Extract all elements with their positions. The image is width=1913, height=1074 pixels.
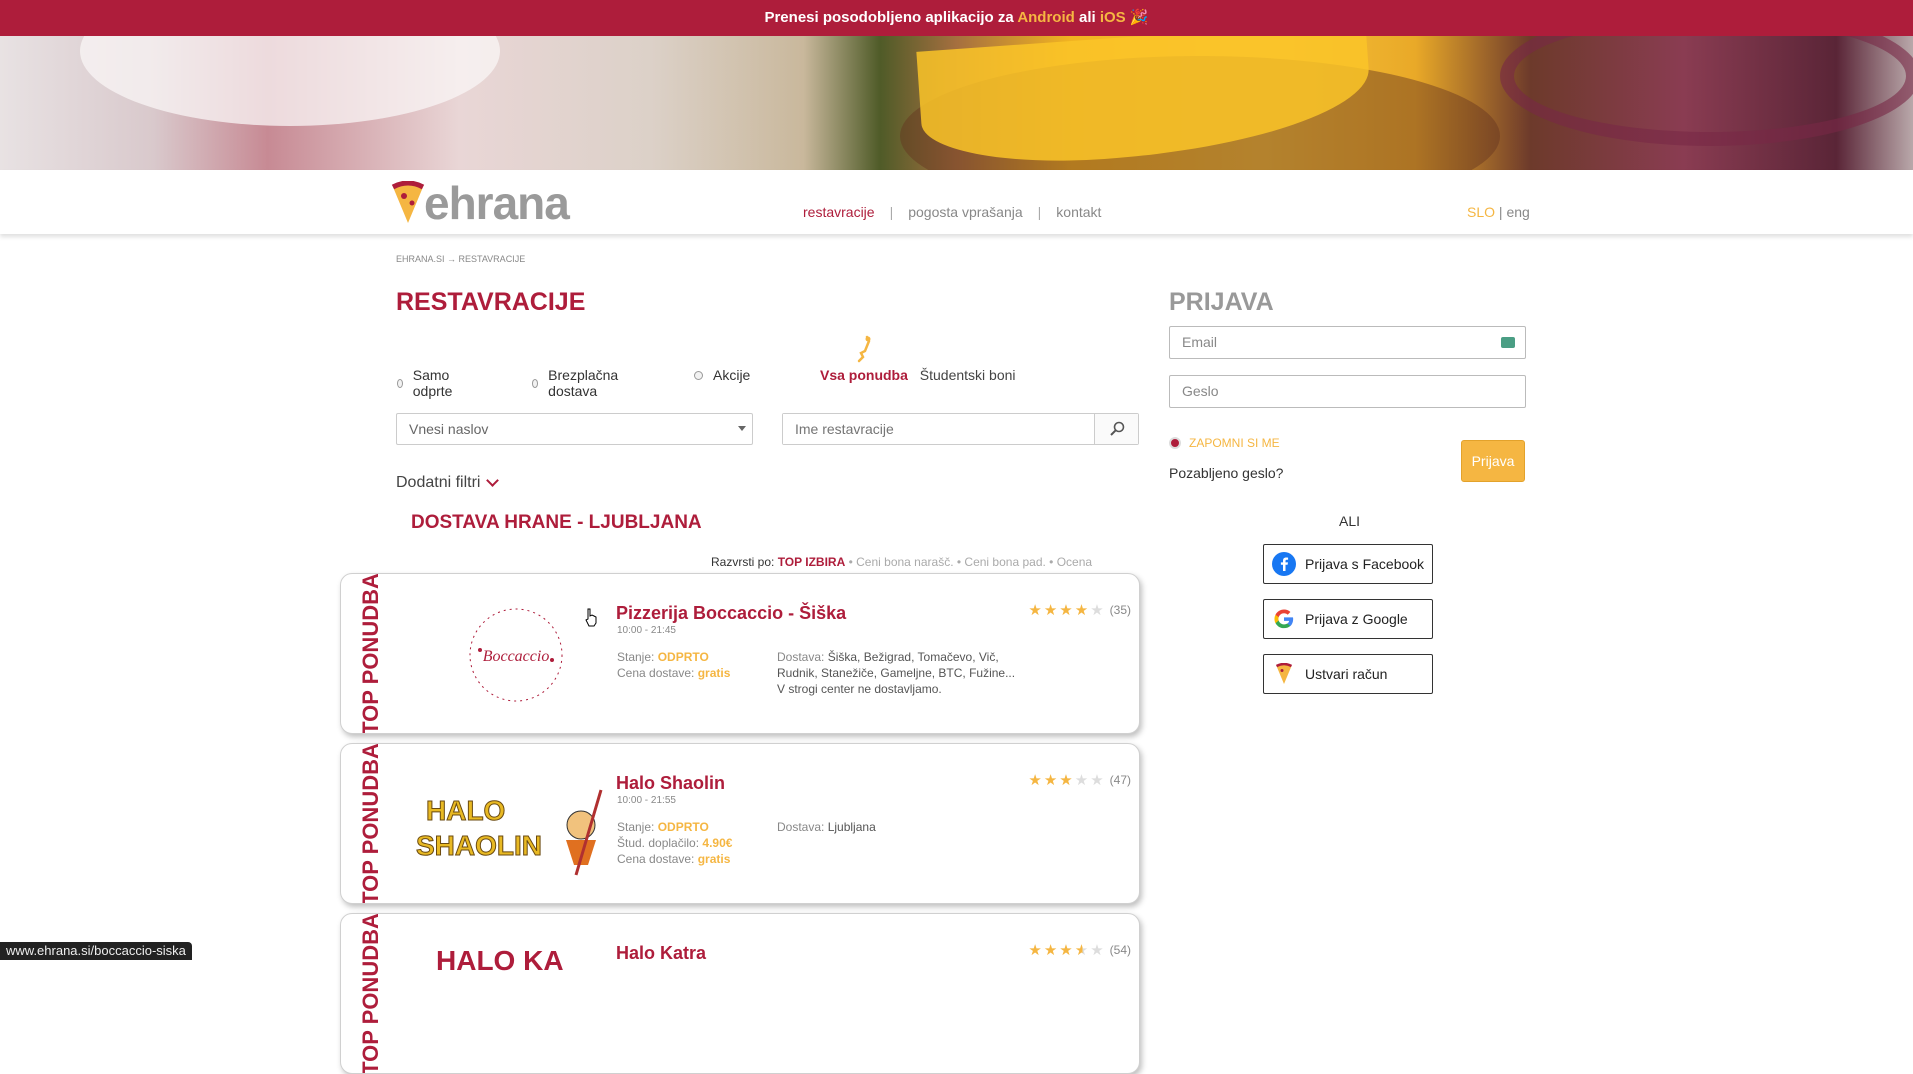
login-title: PRIJAVA bbox=[1169, 288, 1274, 316]
google-icon bbox=[1272, 607, 1296, 631]
nav-contact[interactable]: kontakt bbox=[1056, 204, 1101, 220]
facebook-icon bbox=[1272, 552, 1296, 576]
email-field[interactable]: Email bbox=[1169, 326, 1526, 359]
status-badge: ODPRTO bbox=[657, 650, 709, 664]
hand-cursor-icon bbox=[585, 608, 597, 627]
status-badge: ODPRTO bbox=[657, 820, 709, 834]
svg-text:SHAOLIN: SHAOLIN bbox=[416, 830, 542, 861]
tab-all-offers[interactable]: Vsa ponudba bbox=[820, 367, 908, 383]
google-login-button[interactable]: Prijava z Google bbox=[1263, 599, 1433, 639]
top-offer-badge: TOP PONUDBA bbox=[358, 743, 383, 904]
search-button[interactable] bbox=[1094, 414, 1138, 444]
top-offer-badge: TOP PONUDBA bbox=[358, 573, 383, 734]
restaurant-name[interactable]: Halo Shaolin bbox=[616, 773, 725, 794]
rating-stars: ★★★ ★★ (47) bbox=[1028, 772, 1131, 789]
delivery-area: Dostava: Ljubljana bbox=[777, 820, 876, 834]
delivery-area: Dostava: Šiška, Bežigrad, Tomačevo, Vič,… bbox=[777, 650, 1016, 696]
breadcrumb[interactable]: EHRANA.SI → RESTAVRACIJE bbox=[396, 254, 525, 264]
app-promo-banner[interactable]: Prenesi posodobljeno aplikacijo za Andro… bbox=[0, 0, 1913, 36]
restaurant-card[interactable]: TOP PONUDBA HALO KA Halo Katra ★★★ ★ ★ (54) bbox=[340, 913, 1140, 1074]
nav-restaurants[interactable]: restavracije bbox=[803, 204, 875, 220]
create-account-button[interactable]: Ustvari račun bbox=[1263, 654, 1433, 694]
restaurant-info: Stanje: ODPRTO Štud. doplačilo: 4.90€ Ce… bbox=[617, 820, 733, 866]
filter-promos[interactable]: Akcije bbox=[694, 367, 750, 383]
sort-top[interactable]: TOP IZBIRA bbox=[778, 555, 846, 569]
filter-open-only[interactable]: Samo odprte bbox=[397, 367, 456, 399]
offer-tabs: Vsa ponudba Študentski boni bbox=[820, 367, 1016, 383]
promo-text-mid: ali bbox=[1074, 9, 1100, 26]
svg-text:HALO: HALO bbox=[426, 795, 505, 826]
lang-slo[interactable]: SLO bbox=[1467, 204, 1495, 220]
password-field[interactable]: Geslo bbox=[1169, 375, 1526, 408]
restaurant-logo: HALO KA bbox=[416, 932, 616, 1057]
status-bar-url: www.ehrana.si/boccaccio-siska bbox=[0, 942, 192, 960]
restaurant-logo: HALO SHAOLIN bbox=[416, 762, 616, 887]
restaurant-card[interactable]: TOP PONUDBA HALO SHAOLIN Halo Shaolin 10… bbox=[340, 743, 1140, 904]
restaurant-card[interactable]: TOP PONUDBA Boccaccio Pizzerija Boccacci… bbox=[340, 573, 1140, 734]
more-filters-toggle[interactable]: Dodatni filtri bbox=[396, 474, 500, 492]
restaurant-search-input[interactable] bbox=[783, 414, 1095, 444]
restaurant-search bbox=[782, 413, 1139, 445]
language-switch: SLO | eng bbox=[1467, 204, 1530, 220]
address-select[interactable]: Vnesi naslov bbox=[396, 413, 753, 445]
sort-options: Razvrsti po: TOP IZBIRA • Ceni bona nara… bbox=[711, 555, 1093, 569]
promo-text: Prenesi posodobljeno aplikacijo za bbox=[764, 9, 1018, 26]
svg-text:HALO KA: HALO KA bbox=[436, 945, 564, 976]
svg-text:Boccaccio: Boccaccio bbox=[483, 648, 550, 665]
login-button[interactable]: Prijava bbox=[1461, 440, 1525, 482]
ios-link[interactable]: iOS bbox=[1100, 9, 1126, 26]
or-divider: ALI bbox=[1339, 513, 1361, 529]
nav-faq[interactable]: pogosta vprašanja bbox=[908, 204, 1022, 220]
party-icon: 🎉 bbox=[1129, 9, 1149, 26]
rating-stars: ★★★ ★ ★ (54) bbox=[1028, 942, 1131, 959]
city-heading: DOSTAVA HRANE - LJUBLJANA bbox=[411, 512, 702, 533]
forgot-password-link[interactable]: Pozabljeno geslo? bbox=[1169, 465, 1283, 481]
tab-student-vouchers[interactable]: Študentski boni bbox=[920, 367, 1016, 383]
opening-hours: 10:00 - 21:45 bbox=[617, 625, 676, 636]
mail-icon bbox=[1501, 337, 1515, 348]
pizza-slice-icon bbox=[391, 181, 425, 223]
restaurant-name[interactable]: Halo Katra bbox=[616, 943, 706, 964]
facebook-login-button[interactable]: Prijava s Facebook bbox=[1263, 544, 1433, 584]
filter-free-delivery[interactable]: Brezplačna dostava bbox=[532, 367, 621, 399]
sort-price-desc[interactable]: Ceni bona pad. bbox=[964, 555, 1045, 569]
pizza-slice-icon bbox=[1272, 662, 1296, 686]
top-offer-badge: TOP PONUDBA bbox=[358, 913, 383, 1074]
radio-icon bbox=[1169, 437, 1181, 449]
sort-price-asc[interactable]: Ceni bona narašč. bbox=[856, 555, 953, 569]
search-icon bbox=[1109, 421, 1124, 436]
page-title: RESTAVRACIJE bbox=[396, 288, 586, 316]
chevron-down-icon bbox=[486, 474, 500, 487]
site-header: ehrana restavracije | pogosta vprašanja | ko… bbox=[0, 170, 1913, 234]
remember-me-checkbox[interactable]: ZAPOMNI SI ME bbox=[1169, 436, 1280, 450]
logo-wordmark: ehrana bbox=[424, 177, 570, 229]
main-nav: restavracije | pogosta vprašanja | kontakt bbox=[803, 204, 1102, 220]
opening-hours: 10:00 - 21:55 bbox=[617, 795, 676, 806]
bell-icon bbox=[857, 335, 871, 363]
rating-stars: ★★★★ ★ (35) bbox=[1028, 602, 1131, 619]
sort-rating[interactable]: Ocena bbox=[1057, 555, 1092, 569]
chevron-down-icon bbox=[738, 426, 746, 431]
ehrana-logo[interactable]: ehrana bbox=[390, 177, 570, 229]
restaurant-name[interactable]: Pizzerija Boccaccio - Šiška bbox=[616, 603, 846, 624]
hero-burger-image bbox=[0, 36, 1913, 170]
android-link[interactable]: Android bbox=[1017, 9, 1075, 26]
restaurant-info: Stanje: ODPRTO Cena dostave: gratis bbox=[617, 650, 731, 680]
lang-eng[interactable]: eng bbox=[1506, 204, 1529, 220]
